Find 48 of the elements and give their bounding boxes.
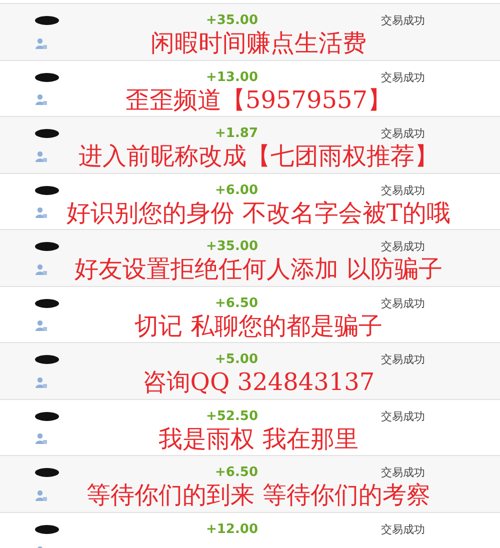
- overlay-text: 好友设置拒绝任何人添加 以防骗子: [74, 257, 442, 281]
- overlay-text: 好识别您的身份 不改名字会被T的哦: [66, 200, 450, 224]
- person-icon: [35, 433, 47, 444]
- amount-text: +35.00: [206, 240, 258, 253]
- status-text: 交易成功: [381, 72, 425, 82]
- amount-text: +6.00: [215, 184, 258, 196]
- overlay-text: 咨询QQ 324843137: [142, 370, 375, 394]
- overlay-text: 等待你们的到来 等待你们的考察: [86, 483, 430, 507]
- status-text: 交易成功: [381, 241, 425, 252]
- redacted-name-mark: [35, 298, 59, 308]
- status-text: 交易成功: [381, 298, 425, 308]
- status-text: 交易成功: [381, 410, 425, 422]
- redacted-name-mark: [35, 16, 59, 25]
- amount-text: +6.50: [215, 296, 258, 310]
- redacted-name-mark: [35, 129, 59, 138]
- amount-text: +12.00: [206, 522, 258, 536]
- person-icon: [35, 207, 47, 218]
- redacted-name-mark: [35, 355, 59, 364]
- redacted-name-mark: [35, 468, 59, 477]
- overlay-text: 切记 私聊您的都是骗子: [134, 314, 382, 338]
- status-text: 交易成功: [381, 128, 425, 139]
- person-icon: [35, 150, 47, 162]
- redacted-name-mark: [35, 524, 59, 534]
- redacted-name-mark: [35, 186, 59, 194]
- person-icon: [35, 490, 47, 500]
- amount-text: +1.87: [215, 127, 258, 140]
- person-icon: [35, 38, 47, 48]
- redacted-name-mark: [35, 242, 59, 251]
- redacted-name-mark: [35, 72, 59, 82]
- amount-text: +52.50: [206, 410, 258, 422]
- person-icon: [35, 94, 47, 105]
- amount-text: +35.00: [206, 14, 258, 27]
- overlay-text: 闲暇时间赚点生活费: [150, 31, 366, 55]
- status-text: 交易成功: [381, 15, 425, 26]
- redacted-name-mark: [35, 412, 59, 420]
- person-icon: [35, 264, 47, 274]
- amount-text: +6.50: [215, 466, 258, 479]
- person-icon: [35, 320, 47, 331]
- status-text: 交易成功: [381, 354, 425, 365]
- person-icon: [35, 376, 47, 388]
- status-text: 交易成功: [381, 524, 425, 534]
- status-text: 交易成功: [381, 184, 425, 196]
- status-text: 交易成功: [381, 467, 425, 478]
- overlay-text: 歪歪频道【59579557】: [125, 88, 392, 112]
- overlay-text: 进入前昵称改成【七团雨权推荐】: [78, 144, 438, 168]
- overlay-text: 我是雨权 我在那里: [158, 426, 358, 450]
- amount-text: +13.00: [206, 70, 258, 84]
- amount-text: +5.00: [215, 353, 258, 366]
